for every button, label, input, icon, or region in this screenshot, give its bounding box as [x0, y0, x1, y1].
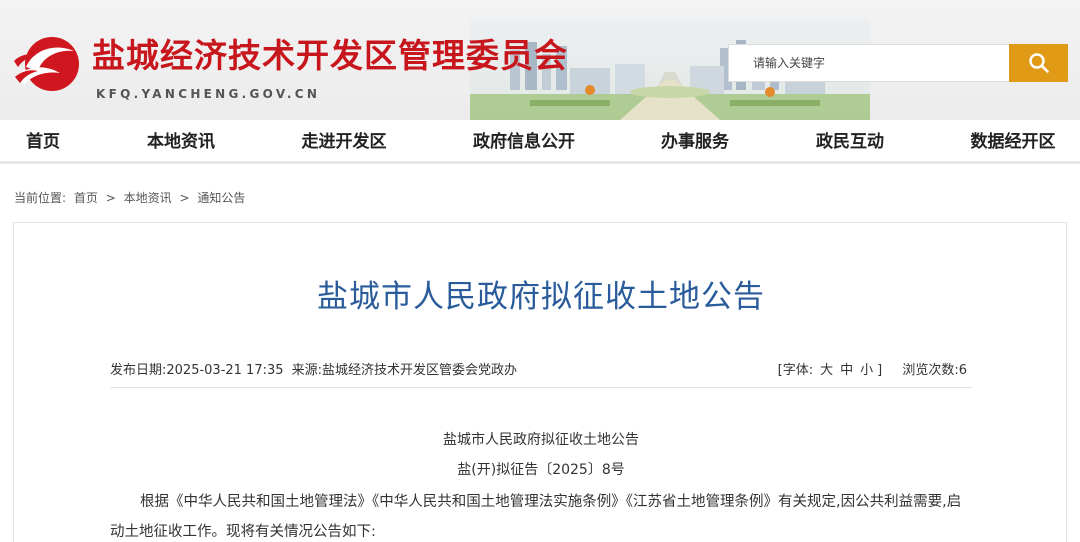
breadcrumb-local-news[interactable]: 本地资讯 [124, 191, 172, 205]
breadcrumb-notices[interactable]: 通知公告 [197, 191, 245, 205]
site-header: 盐城经济技术开发区管理委员会 KFQ.YANCHENG.GOV.CN [0, 0, 1080, 120]
breadcrumb-label: 当前位置: [14, 191, 67, 205]
publish-date: 发布日期:2025-03-21 17:35 [110, 363, 284, 378]
search-button[interactable] [1009, 44, 1068, 82]
article-heading: 盐城市人民政府拟征收土地公告 [443, 432, 639, 448]
article-meta: 发布日期:2025-03-21 17:35 来源:盐城经济技术开发区管委会党政办 [110, 359, 521, 378]
nav-item-about-zone[interactable]: 走进开发区 [302, 120, 387, 164]
nav-item-local-news[interactable]: 本地资讯 [147, 120, 215, 164]
nav-item-data[interactable]: 数据经开区 [971, 120, 1056, 164]
font-size-label: [字体: [777, 363, 814, 378]
nav-item-home[interactable]: 首页 [26, 120, 60, 164]
article-panel: 盐城市人民政府拟征收土地公告 发布日期:2025-03-21 17:35 来源:… [13, 222, 1067, 542]
site-domain: KFQ.YANCHENG.GOV.CN [96, 87, 321, 101]
view-count: 浏览次数:6 [902, 363, 967, 378]
nav-item-services[interactable]: 办事服务 [661, 120, 729, 164]
article-source: 来源:盐城经济技术开发区管委会党政办 [291, 363, 518, 378]
font-size-large-button[interactable]: 大 [820, 363, 833, 378]
document-number: 盐(开)拟征告〔2025〕8号 [457, 462, 625, 478]
font-size-close: ] [877, 363, 883, 378]
article-tools: [字体: 大中小] 浏览次数:6 [778, 359, 971, 378]
search-input[interactable] [729, 45, 1010, 81]
breadcrumb-separator: > [105, 191, 116, 205]
breadcrumb-home[interactable]: 首页 [74, 191, 98, 205]
search-box [728, 44, 1010, 82]
article-title: 盐城市人民政府拟征收土地公告 [317, 279, 765, 315]
font-size-medium-button[interactable]: 中 [840, 363, 853, 378]
nav-item-interaction[interactable]: 政民互动 [816, 120, 884, 164]
site-logo-icon[interactable] [12, 31, 86, 97]
site-title[interactable]: 盐城经济技术开发区管理委员会 [92, 36, 568, 76]
article-paragraph: 根据《中华人民共和国土地管理法》《中华人民共和国土地管理法实施条例》《江苏省土地… [110, 494, 962, 540]
breadcrumb-separator: > [179, 191, 190, 205]
main-nav: 首页 本地资讯 走进开发区 政府信息公开 办事服务 政民互动 数据经开区 [0, 120, 1080, 164]
font-size-small-button[interactable]: 小 [860, 363, 873, 378]
breadcrumb: 当前位置: 首页 > 本地资讯 > 通知公告 [14, 189, 249, 206]
search-icon [1028, 53, 1049, 73]
nav-item-gov-info[interactable]: 政府信息公开 [473, 120, 575, 164]
meta-divider [110, 387, 972, 388]
